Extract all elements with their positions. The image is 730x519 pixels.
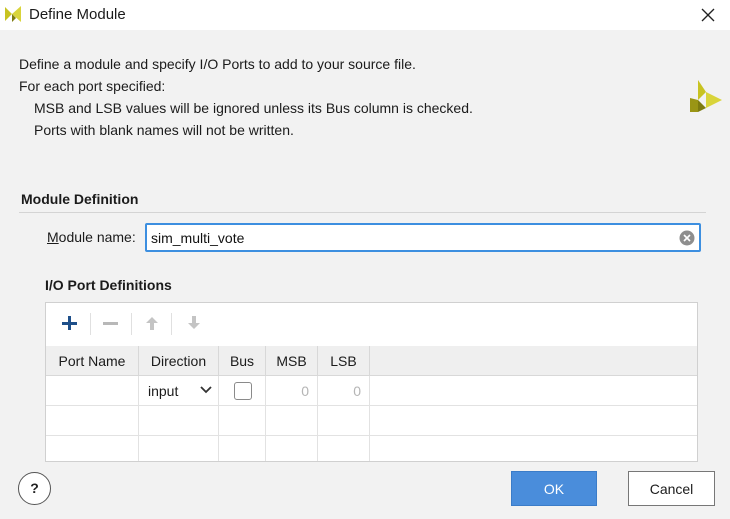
chevron-down-icon <box>200 386 212 394</box>
empty-cell <box>139 406 219 436</box>
module-definition-title: Module Definition <box>21 191 139 207</box>
toolbar-separator <box>171 313 172 335</box>
msb-cell[interactable]: 0 <box>266 376 318 406</box>
toolbar-separator <box>90 313 91 335</box>
lsb-cell[interactable]: 0 <box>318 376 370 406</box>
divider <box>19 212 706 213</box>
column-header-bus[interactable]: Bus <box>219 346 266 376</box>
port-name-cell[interactable] <box>46 406 139 436</box>
column-header-msb[interactable]: MSB <box>266 346 318 376</box>
empty-cell <box>219 436 266 461</box>
bus-checkbox[interactable] <box>234 382 252 400</box>
direction-value: input <box>148 383 179 399</box>
move-up-button[interactable] <box>141 312 163 334</box>
empty-cell <box>266 406 318 436</box>
bus-cell <box>219 376 266 406</box>
column-header-direction[interactable]: Direction <box>139 346 219 376</box>
title-bar: Define Module <box>0 0 730 30</box>
close-button[interactable] <box>686 0 730 30</box>
description-line: MSB and LSB values will be ignored unles… <box>34 100 473 116</box>
module-name-input[interactable] <box>151 229 671 247</box>
remove-icon <box>103 322 118 325</box>
toolbar-separator <box>131 313 132 335</box>
add-icon <box>62 316 77 330</box>
filler-cell <box>370 376 697 406</box>
move-down-icon <box>188 316 200 329</box>
port-name-cell[interactable] <box>46 376 139 406</box>
direction-select[interactable]: input <box>139 376 219 406</box>
description-line: Define a module and specify I/O Ports to… <box>19 56 416 72</box>
module-name-field[interactable] <box>145 223 701 252</box>
vivado-logo-icon <box>688 78 724 114</box>
module-name-label: Module name: <box>47 229 136 245</box>
lsb-value: 0 <box>353 383 361 399</box>
description: Define a module and specify I/O Ports to… <box>19 53 473 141</box>
clear-icon[interactable] <box>679 230 695 246</box>
help-icon: ? <box>30 480 39 496</box>
help-button[interactable]: ? <box>18 472 51 505</box>
move-down-button[interactable] <box>183 312 205 334</box>
cancel-button[interactable]: Cancel <box>628 471 715 506</box>
add-port-button[interactable] <box>58 312 80 334</box>
msb-value: 0 <box>301 383 309 399</box>
empty-cell <box>266 436 318 461</box>
description-line: Ports with blank names will not be writt… <box>34 122 294 138</box>
filler-cell <box>370 436 697 461</box>
description-line: For each port specified: <box>19 78 166 94</box>
move-up-icon <box>146 317 158 330</box>
column-header-filler <box>370 346 697 376</box>
empty-cell <box>318 406 370 436</box>
port-toolbar <box>46 303 697 345</box>
filler-cell <box>370 406 697 436</box>
port-name-cell[interactable] <box>46 436 139 461</box>
empty-cell <box>139 436 219 461</box>
io-port-definitions-title: I/O Port Definitions <box>45 277 172 293</box>
empty-cell <box>318 436 370 461</box>
column-header-lsb[interactable]: LSB <box>318 346 370 376</box>
window-title: Define Module <box>29 6 126 23</box>
column-header-port-name[interactable]: Port Name <box>46 346 139 376</box>
close-icon <box>701 8 715 22</box>
io-port-table: Port Name Direction Bus MSB LSB input 0 … <box>45 302 698 462</box>
ok-button[interactable]: OK <box>511 471 597 506</box>
remove-port-button[interactable] <box>99 312 121 334</box>
empty-cell <box>219 406 266 436</box>
vivado-logo-icon <box>4 5 22 23</box>
